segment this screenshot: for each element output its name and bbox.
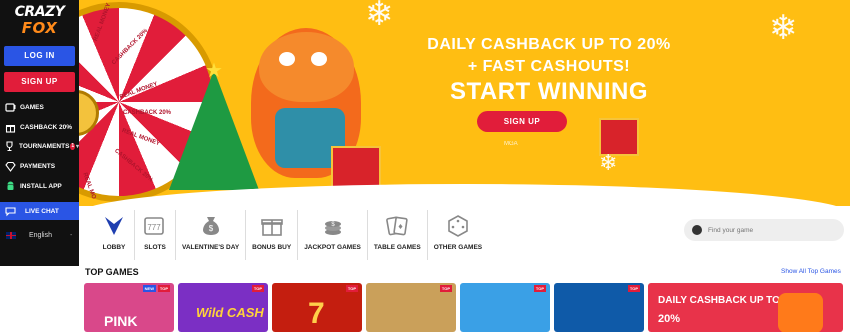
logo-line2: FOX xyxy=(21,19,58,37)
fox-eye xyxy=(279,52,295,66)
game-tile[interactable]: TOP 7 xyxy=(272,283,362,332)
sidebar-item-label: INSTALL APP xyxy=(20,182,62,190)
game-title: PINK xyxy=(104,313,138,329)
category-bar: LOBBY 777 SLOTS $ VALENTINE'S DAY BONUS … xyxy=(94,210,488,260)
game-tile[interactable]: TOP xyxy=(554,283,644,332)
snowflake-icon: ❄ xyxy=(365,0,394,33)
top-games-row: TOP NEW PINK TOP Wild CASH TOP 7 TOP TOP… xyxy=(84,283,850,332)
game-tile[interactable]: TOP xyxy=(366,283,456,332)
lobby-icon xyxy=(100,212,128,240)
cards-icon xyxy=(383,212,411,240)
category-label: SLOTS xyxy=(144,244,166,251)
fox-head xyxy=(259,32,354,102)
category-jackpot-games[interactable]: $ JACKPOT GAMES xyxy=(298,210,368,260)
language-dash: - xyxy=(69,231,73,239)
search-icon xyxy=(692,225,702,235)
slot-machine-icon xyxy=(4,101,16,113)
top-tag: TOP xyxy=(439,285,452,292)
wheel-label: CASHBACK 20% xyxy=(123,110,172,116)
category-label: LOBBY xyxy=(102,244,126,251)
live-chat-label: LIVE CHAT xyxy=(25,207,59,215)
category-label: VALENTINE'S DAY xyxy=(182,244,240,251)
sidebar-item-label: CASHBACK 20% xyxy=(20,123,73,131)
category-valentines-day[interactable]: $ VALENTINE'S DAY xyxy=(176,210,247,260)
tournaments-badge: 1 xyxy=(70,142,75,150)
category-label: TABLE GAMES xyxy=(373,244,421,251)
star-icon: ★ xyxy=(205,60,223,82)
snowflake-icon: ❄ xyxy=(769,9,798,47)
chat-icon xyxy=(4,205,16,217)
category-label: OTHER GAMES xyxy=(433,244,483,251)
android-icon xyxy=(4,180,16,192)
trophy-icon xyxy=(4,140,15,152)
promo-line2: 20% xyxy=(658,313,681,325)
mga-license-logo: MGA xyxy=(504,141,518,147)
sidebar-item-label: TOURNAMENTS xyxy=(19,142,70,150)
category-label: JACKPOT GAMES xyxy=(304,244,361,251)
sidebar-item-games[interactable]: GAMES xyxy=(0,98,79,116)
uk-flag-icon xyxy=(6,231,16,239)
banner-line1: DAILY CASHBACK UP TO 20% xyxy=(427,36,671,53)
banner-line2: + FAST CASHOUTS! xyxy=(467,58,631,75)
money-bag-icon: $ xyxy=(197,212,225,240)
logo-line1: CRAZY xyxy=(14,4,65,20)
slots-icon: 777 xyxy=(141,212,169,240)
dice-icon xyxy=(444,212,472,240)
category-table-games[interactable]: TABLE GAMES xyxy=(368,210,428,260)
sidebar-notch xyxy=(30,258,48,266)
game-tile[interactable]: TOP xyxy=(460,283,550,332)
new-tag: NEW xyxy=(142,285,156,292)
sidebar-item-cashback[interactable]: CASHBACK 20% xyxy=(0,118,79,136)
category-slots[interactable]: 777 SLOTS xyxy=(135,210,176,260)
crazy-fox-logo[interactable]: CRAZY FOX xyxy=(6,4,73,40)
game-tile[interactable]: TOP NEW PINK xyxy=(84,283,174,332)
banner-signup-button[interactable]: SIGN UP xyxy=(477,111,567,132)
category-other-games[interactable]: OTHER GAMES xyxy=(428,210,488,260)
sidebar-item-label: PAYMENTS xyxy=(20,162,56,170)
top-tag: TOP xyxy=(251,285,264,292)
language-selector[interactable]: English - xyxy=(0,226,79,244)
snowflake-icon: ❄ xyxy=(599,150,618,175)
top-games-title: TOP GAMES xyxy=(85,267,139,277)
svg-text:$: $ xyxy=(208,224,213,233)
gift-icon xyxy=(4,121,16,133)
cashback-promo-tile[interactable]: DAILY CASHBACK UP TO 20% xyxy=(648,283,843,332)
sidebar-item-label: GAMES xyxy=(20,103,44,111)
game-title: 7 xyxy=(308,297,325,330)
gift-icon xyxy=(258,212,286,240)
search-input[interactable] xyxy=(708,226,838,234)
svg-text:777: 777 xyxy=(147,223,161,232)
login-button[interactable]: LOG IN xyxy=(4,46,75,66)
game-title: Wild CASH xyxy=(196,305,264,320)
top-tag: TOP xyxy=(627,285,640,292)
sidebar-item-install-app[interactable]: INSTALL APP xyxy=(0,177,79,195)
game-tile[interactable]: TOP Wild CASH xyxy=(178,283,268,332)
diamond-icon xyxy=(4,160,16,172)
signup-button[interactable]: SIGN UP xyxy=(4,72,75,92)
show-all-top-games-link[interactable]: Show All Top Games xyxy=(781,268,841,275)
promo-line1: DAILY CASHBACK UP TO xyxy=(658,295,780,306)
category-label: BONUS BUY xyxy=(252,244,292,251)
fox-eye xyxy=(311,52,327,66)
banner-line3: START WINNING xyxy=(449,78,649,105)
hero-banner[interactable]: REAL MONEY CASHBACK 20% REAL MONEY CASHB… xyxy=(79,0,850,206)
christmas-tree xyxy=(169,70,259,190)
category-lobby[interactable]: LOBBY xyxy=(94,210,135,260)
category-bonus-buy[interactable]: BONUS BUY xyxy=(246,210,299,260)
fist-icon xyxy=(778,293,823,332)
top-tag: TOP xyxy=(157,285,170,292)
top-tag: TOP xyxy=(345,285,358,292)
sidebar-item-payments[interactable]: PAYMENTS xyxy=(0,157,79,175)
language-label: English xyxy=(29,231,52,239)
sidebar-item-tournaments[interactable]: TOURNAMENTS 1 ▾ xyxy=(0,137,79,155)
gift-box xyxy=(331,146,381,188)
top-tag: TOP xyxy=(533,285,546,292)
game-search[interactable] xyxy=(684,219,844,241)
live-chat-button[interactable]: LIVE CHAT xyxy=(0,202,79,220)
jackpot-icon: $ xyxy=(319,212,347,240)
sidebar: CRAZY FOX LOG IN SIGN UP GAMES CASHBACK … xyxy=(0,0,79,266)
